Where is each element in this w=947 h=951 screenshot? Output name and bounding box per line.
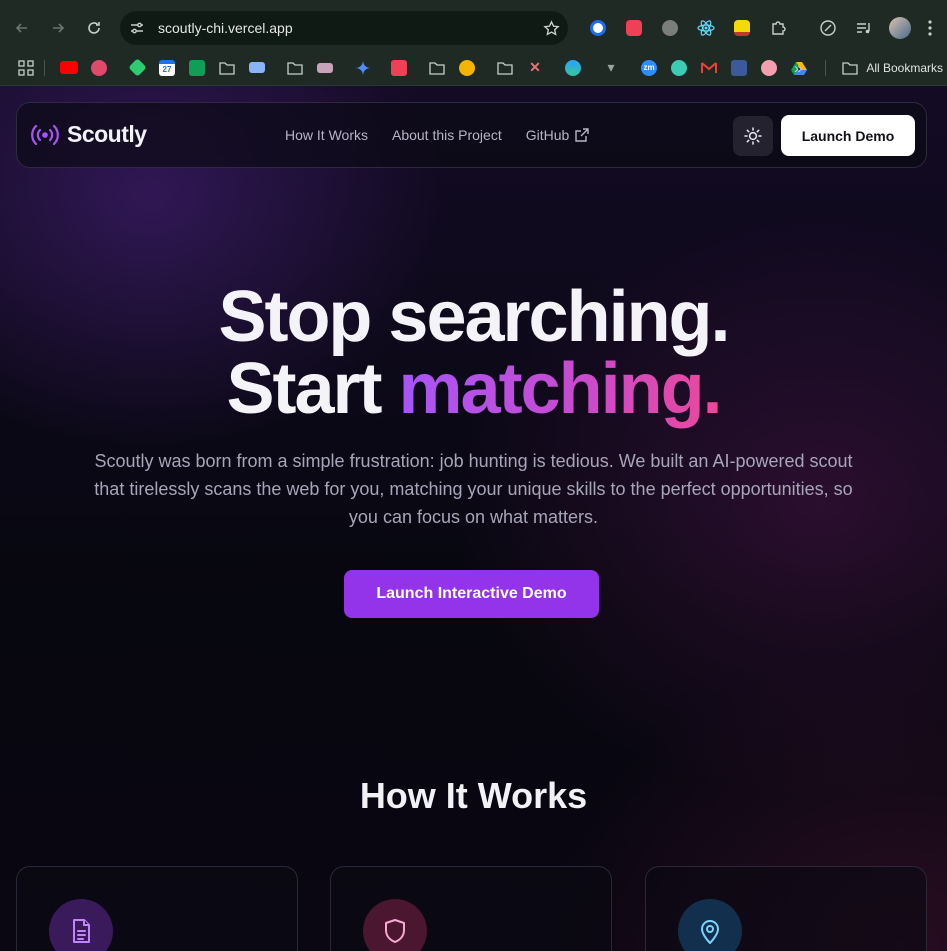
bookmarks-bar: 27 ✕ ▾ zm » All Bookmarks [0, 50, 947, 86]
bookmark-divider [44, 59, 45, 76]
feature-card [645, 866, 927, 951]
toolbar-divider [796, 12, 810, 44]
folder-bookmark-icon[interactable] [215, 54, 239, 82]
nav-link-github[interactable]: GitHub [526, 127, 590, 143]
feature-badge [678, 899, 742, 951]
hero-subtitle: Scoutly was born from a simple frustrati… [94, 451, 853, 527]
sun-icon [744, 127, 762, 145]
bird-bookmark-icon[interactable]: ▾ [599, 54, 623, 82]
heart-bookmark-icon[interactable] [87, 54, 111, 82]
launch-demo-button[interactable]: Launch Demo [781, 115, 915, 156]
script-extension-icon[interactable] [652, 12, 688, 44]
url-text[interactable]: scoutly-chi.vercel.app [158, 20, 534, 36]
external-link-icon [575, 128, 589, 142]
gemini-sparkle-icon[interactable] [351, 54, 375, 82]
hero-title-line1: Stop searching. [218, 277, 730, 357]
top-navbar: Scoutly How It Works About this Project … [16, 102, 927, 168]
folder-bookmark-icon[interactable] [425, 54, 449, 82]
extensions-puzzle-icon[interactable] [760, 12, 796, 44]
hero-title-plain: Start [226, 349, 382, 429]
bookmark-star-icon[interactable] [534, 19, 568, 37]
theme-toggle-button[interactable] [733, 116, 773, 156]
folder-icon [842, 62, 858, 75]
diamond-bookmark-icon[interactable] [125, 54, 149, 82]
brain-bookmark-icon[interactable] [757, 54, 781, 82]
feature-card [330, 866, 612, 951]
media-controls-icon[interactable] [846, 12, 882, 44]
l-bookmark-icon[interactable] [727, 54, 751, 82]
broadcast-icon [31, 124, 59, 145]
more-bookmarks-icon[interactable]: » [794, 50, 802, 86]
emoji-bookmark-icon[interactable] [455, 54, 479, 82]
address-bar[interactable]: scoutly-chi.vercel.app [120, 11, 568, 45]
youtube-bookmark-icon[interactable] [57, 54, 81, 82]
bookmark-divider [825, 60, 827, 76]
performance-leaf-icon[interactable] [810, 12, 846, 44]
all-bookmarks-label[interactable]: All Bookmarks [866, 61, 943, 75]
hero-title-accent: matching. [398, 349, 723, 429]
folder-bookmark-icon[interactable] [283, 54, 307, 82]
react-devtools-icon[interactable] [688, 12, 724, 44]
sheets-bookmark-icon[interactable] [185, 54, 209, 82]
hero-title-line2: Start matching. [0, 353, 947, 425]
feature-badge [363, 899, 427, 951]
browser-toolbar: scoutly-chi.vercel.app [0, 0, 947, 50]
back-icon[interactable] [4, 10, 40, 46]
all-bookmarks[interactable]: All Bookmarks [825, 50, 943, 86]
site-settings-icon[interactable] [120, 11, 154, 45]
cat-bookmark-icon[interactable] [313, 54, 337, 82]
nav-link-about[interactable]: About this Project [392, 127, 502, 143]
pocket-icon[interactable] [616, 12, 652, 44]
x-bookmark-icon[interactable]: ✕ [523, 54, 547, 82]
reload-icon[interactable] [76, 10, 112, 46]
nav-links: How It Works About this Project GitHub [285, 127, 589, 143]
apps-grid-icon[interactable] [14, 54, 38, 82]
brand-name: Scoutly [67, 121, 147, 147]
hero-title: Stop searching. Start matching. [0, 281, 947, 425]
laptop-bookmark-icon[interactable] [245, 54, 269, 82]
nav-link-github-label: GitHub [525, 127, 570, 143]
runner-bookmark-icon[interactable] [667, 54, 691, 82]
password-manager-icon[interactable] [580, 12, 616, 44]
extensions-row [580, 12, 942, 44]
zoom-bookmark-icon[interactable]: zm [637, 54, 661, 82]
pocket-bookmark-icon[interactable] [387, 54, 411, 82]
folder-bookmark-icon[interactable] [493, 54, 517, 82]
how-it-works-title: How It Works [359, 775, 588, 816]
feature-card [16, 866, 298, 951]
gmail-bookmark-icon[interactable] [697, 54, 721, 82]
edge-bookmark-icon[interactable] [561, 54, 585, 82]
launch-interactive-demo-button[interactable]: Launch Interactive Demo [344, 570, 599, 618]
shield-icon [385, 919, 405, 943]
document-icon [73, 919, 90, 943]
highlighter-extension-icon[interactable] [724, 12, 760, 44]
calendar-bookmark-icon[interactable]: 27 [155, 54, 179, 82]
nav-link-how-it-works[interactable]: How It Works [285, 127, 368, 143]
profile-avatar[interactable] [882, 12, 918, 44]
page: Scoutly How It Works About this Project … [0, 86, 947, 951]
map-pin-icon [701, 920, 719, 944]
chrome-menu-icon[interactable] [918, 12, 942, 44]
brand[interactable]: Scoutly [31, 121, 147, 148]
feature-badge [49, 899, 113, 951]
forward-icon[interactable] [40, 10, 76, 46]
